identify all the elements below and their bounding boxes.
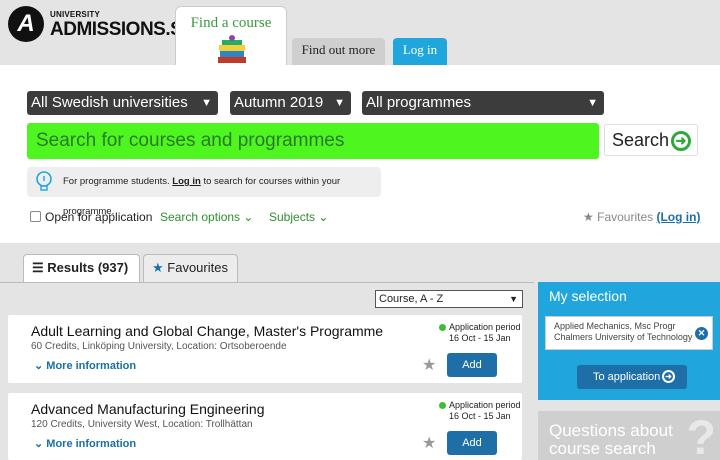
info-text-pre: For programme students. <box>63 176 170 187</box>
question-mark-icon: ? <box>686 412 716 460</box>
selected-programme-name: Applied Mechanics, Msc Progr <box>554 321 676 331</box>
to-application-button[interactable]: To application ➜ <box>577 365 687 389</box>
tab-find-a-course[interactable]: Find a course <box>175 6 287 66</box>
course-title[interactable]: Advanced Manufacturing Engineering <box>31 401 265 417</box>
more-information-label: More information <box>46 360 137 372</box>
course-meta: 120 Credits, University West, Location: … <box>31 419 253 430</box>
application-period: Application period 16 Oct - 15 Jan <box>449 322 521 344</box>
list-item: Adult Learning and Global Change, Master… <box>8 315 522 383</box>
questions-text: Questions about course search <box>549 422 673 458</box>
questions-line-1: Questions about <box>549 421 673 440</box>
favourite-star-icon[interactable]: ★ <box>422 433 436 452</box>
star-icon: ★ <box>583 210 594 224</box>
chevron-down-icon: ⌄ <box>34 438 44 450</box>
chevron-down-icon: ⌄ <box>318 210 329 224</box>
course-title[interactable]: Adult Learning and Global Change, Master… <box>31 323 383 339</box>
chevron-down-icon: ▼ <box>587 97 598 109</box>
favourites-login: ★ Favourites (Log in) <box>583 210 700 224</box>
logo-mark: A <box>8 6 44 42</box>
more-information-toggle[interactable]: ⌄ More information <box>34 437 136 450</box>
tab-find-a-course-label: Find a course <box>190 15 272 31</box>
close-icon[interactable]: ✕ <box>695 327 708 340</box>
sort-select[interactable]: Course, A - Z ▼ <box>375 290 523 308</box>
questions-line-2: course search <box>549 439 656 458</box>
my-selection-panel: My selection Applied Mechanics, Msc Prog… <box>538 282 720 400</box>
list-item: Advanced Manufacturing Engineering 120 C… <box>8 393 522 460</box>
search-panel: All Swedish universities ▼ Autumn 2019 ▼… <box>0 65 720 243</box>
open-for-application-checkbox[interactable] <box>30 211 41 222</box>
info-login-link[interactable]: Log in <box>172 176 201 187</box>
tab-results-label: Results (937) <box>47 260 129 275</box>
search-options-label: Search options <box>160 210 241 224</box>
semester-select-value: Autumn 2019 <box>234 94 324 111</box>
application-period-label: Application period <box>449 322 521 332</box>
course-meta: 60 Credits, Linköping University, Locati… <box>31 341 287 352</box>
selected-programme-university: Chalmers University of Technology <box>554 332 693 342</box>
subjects-toggle[interactable]: Subjects ⌄ <box>269 210 328 224</box>
search-options-toggle[interactable]: Search options ⌄ <box>160 210 253 224</box>
favourites-label: Favourites <box>597 210 654 224</box>
search-button-label: Search <box>612 130 670 150</box>
open-for-application-label: Open for application <box>45 210 153 224</box>
application-period: Application period 16 Oct - 15 Jan <box>449 400 521 422</box>
questions-box[interactable]: Questions about course search ? <box>538 411 720 460</box>
chevron-down-icon: ▼ <box>509 294 518 304</box>
tab-log-in[interactable]: Log in <box>393 38 447 66</box>
selected-programme: Applied Mechanics, Msc Progr Chalmers Un… <box>545 316 713 350</box>
chevron-down-icon: ▼ <box>201 97 212 109</box>
university-select[interactable]: All Swedish universities ▼ <box>27 91 218 115</box>
tab-favourites[interactable]: ★ Favourites <box>143 254 238 282</box>
arrow-circle-icon: ➜ <box>662 370 675 383</box>
university-select-value: All Swedish universities <box>31 94 188 111</box>
subjects-label: Subjects <box>269 210 316 224</box>
tab-find-out-more[interactable]: Find out more <box>292 38 385 66</box>
more-information-toggle[interactable]: ⌄ More information <box>34 359 136 372</box>
tab-favourites-label: Favourites <box>167 260 228 275</box>
status-dot <box>439 402 446 409</box>
books-icon <box>218 35 246 63</box>
application-period-label: Application period <box>449 400 521 410</box>
programme-select[interactable]: All programmes ▼ <box>362 91 604 115</box>
tab-results[interactable]: ☰ Results (937) <box>23 254 140 282</box>
favourite-star-icon[interactable]: ★ <box>422 355 436 374</box>
application-period-dates: 16 Oct - 15 Jan <box>449 333 511 343</box>
my-selection-heading: My selection <box>549 288 627 304</box>
search-button[interactable]: Search ➜ <box>604 124 698 156</box>
site-logo[interactable]: A UNIVERSITY ADMISSIONS.SE <box>8 6 195 42</box>
sort-select-value: Course, A - Z <box>379 293 444 305</box>
search-input[interactable]: Search for courses and programmes <box>27 123 599 159</box>
chevron-down-icon: ⌄ <box>34 360 44 372</box>
to-application-label: To application <box>593 371 661 383</box>
arrow-circle-icon: ➜ <box>671 131 691 151</box>
favourites-login-link[interactable]: (Log in) <box>656 210 700 224</box>
logo-big-text: ADMISSIONS.SE <box>50 19 195 40</box>
lightbulb-icon <box>36 171 52 191</box>
list-icon: ☰ <box>32 260 44 275</box>
more-information-label: More information <box>46 438 137 450</box>
add-button[interactable]: Add <box>447 353 497 377</box>
chevron-down-icon: ▼ <box>334 97 345 109</box>
logo-small-text: UNIVERSITY <box>50 10 101 19</box>
chevron-down-icon: ⌄ <box>243 210 254 224</box>
application-period-dates: 16 Oct - 15 Jan <box>449 411 511 421</box>
status-dot <box>439 324 446 331</box>
star-icon: ★ <box>152 260 164 275</box>
programme-select-value: All programmes <box>366 94 472 111</box>
add-button[interactable]: Add <box>447 431 497 455</box>
semester-select[interactable]: Autumn 2019 ▼ <box>230 91 351 115</box>
programme-student-info: For programme students. Log in to search… <box>27 167 381 217</box>
